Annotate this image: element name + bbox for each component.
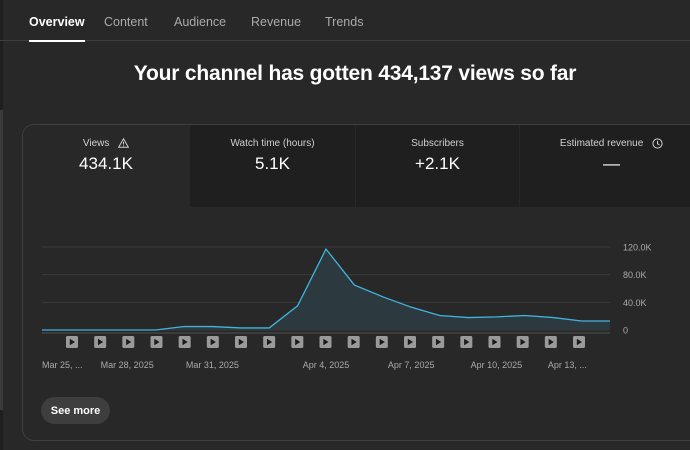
play-icon[interactable] — [178, 336, 191, 348]
views-chart: 0 40.0K 80.0K 120.0K Mar 25, ... Mar 28, 2025… — [42, 243, 652, 370]
y-tick-label: 0 — [623, 326, 628, 336]
x-tick-label: Apr 7, 2025 — [388, 360, 435, 370]
page-title: Your channel has gotten 434,137 views so… — [133, 62, 577, 85]
tab-trends[interactable]: Trends — [325, 0, 363, 41]
analytics-page: Overview Content Audience Revenue Trends… — [0, 0, 690, 450]
x-tick-label: Mar 28, 2025 — [101, 360, 154, 370]
see-more-button[interactable]: See more — [41, 397, 110, 424]
play-icon[interactable] — [404, 336, 416, 348]
y-tick-label: 40.0K — [623, 298, 647, 308]
play-icon[interactable] — [291, 336, 304, 348]
tab-content[interactable]: Content — [104, 0, 148, 41]
play-icon[interactable] — [488, 336, 501, 348]
tab-revenue[interactable]: Revenue — [251, 0, 301, 41]
play-icon[interactable] — [347, 336, 360, 348]
overview-card: Views 434.1K Watch time (hours) 5.1K Sub… — [22, 124, 690, 441]
play-icon[interactable] — [375, 336, 388, 348]
play-icon[interactable] — [573, 336, 585, 348]
views-area — [42, 249, 610, 330]
tab-audience[interactable]: Audience — [174, 0, 226, 41]
play-icon[interactable] — [432, 336, 445, 348]
tab-overview[interactable]: Overview — [29, 0, 85, 42]
play-icon[interactable] — [206, 336, 219, 348]
play-icon[interactable] — [544, 336, 557, 348]
analytics-tabs: Overview Content Audience Revenue Trends — [0, 0, 690, 42]
y-tick-label: 80.0K — [623, 270, 647, 280]
x-tick-label: Mar 25, ... — [42, 360, 83, 370]
play-icon[interactable] — [94, 336, 107, 348]
play-icon[interactable] — [235, 336, 247, 348]
play-icon[interactable] — [122, 336, 135, 348]
y-tick-label: 120.0K — [623, 243, 652, 253]
play-icon[interactable] — [150, 336, 163, 348]
scrollbar-thumb[interactable] — [0, 110, 3, 410]
x-tick-label: Mar 31, 2025 — [186, 360, 239, 370]
play-icon[interactable] — [66, 336, 78, 348]
x-tick-label: Apr 4, 2025 — [303, 360, 350, 370]
play-icon[interactable] — [263, 336, 276, 348]
play-icon[interactable] — [516, 336, 529, 348]
play-icon[interactable] — [460, 336, 473, 348]
play-icon[interactable] — [319, 336, 332, 348]
x-tick-label: Apr 13, ... — [548, 360, 587, 370]
x-tick-label: Apr 10, 2025 — [471, 360, 523, 370]
